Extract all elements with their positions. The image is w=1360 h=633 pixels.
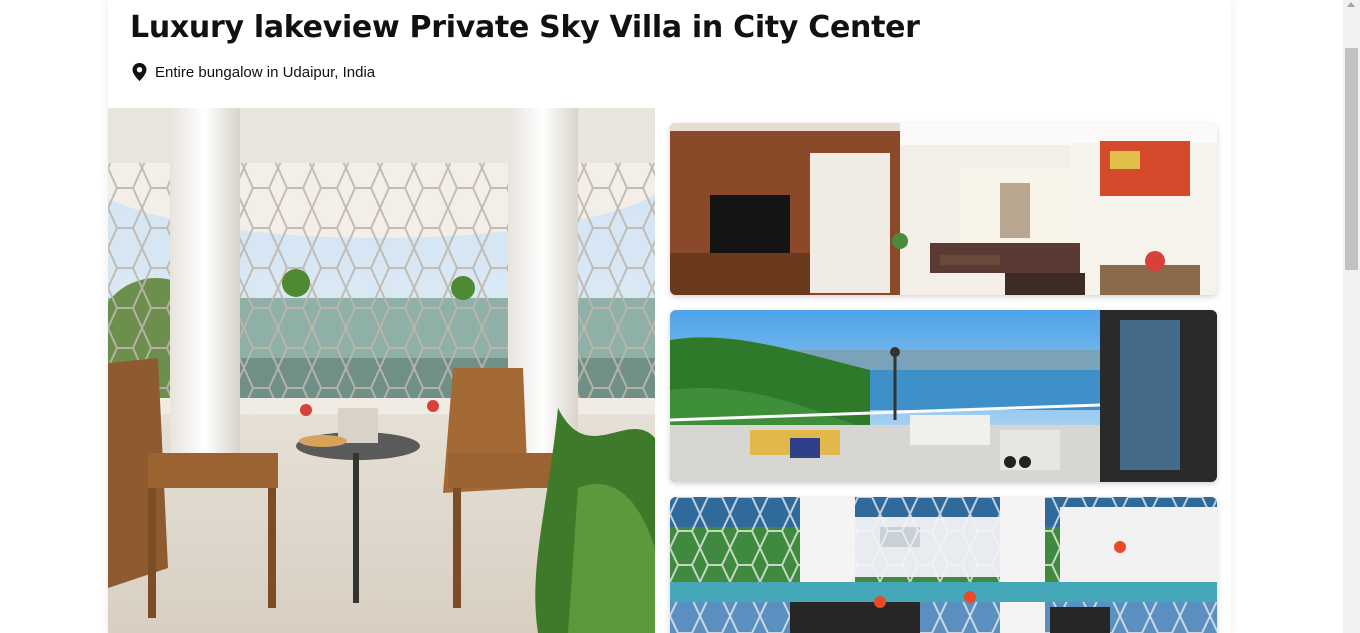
scrollbar-thumb[interactable] xyxy=(1345,48,1358,270)
photo-living-room[interactable] xyxy=(670,123,1217,295)
location-text: Entire bungalow in Udaipur, India xyxy=(155,63,376,81)
listing-location: Entire bungalow in Udaipur, India xyxy=(132,63,375,81)
location-pin-icon xyxy=(132,63,147,81)
photo-terrace-lake-view[interactable] xyxy=(670,310,1217,482)
listing-title: Luxury lakeview Private Sky Villa in Cit… xyxy=(130,10,920,45)
listing-card: Luxury lakeview Private Sky Villa in Cit… xyxy=(108,0,1231,633)
main-photo[interactable] xyxy=(108,108,655,633)
scroll-up-arrow-icon[interactable] xyxy=(1347,2,1355,7)
page-scrollbar[interactable] xyxy=(1343,0,1360,633)
photo-balcony-city-view[interactable] xyxy=(670,497,1217,633)
